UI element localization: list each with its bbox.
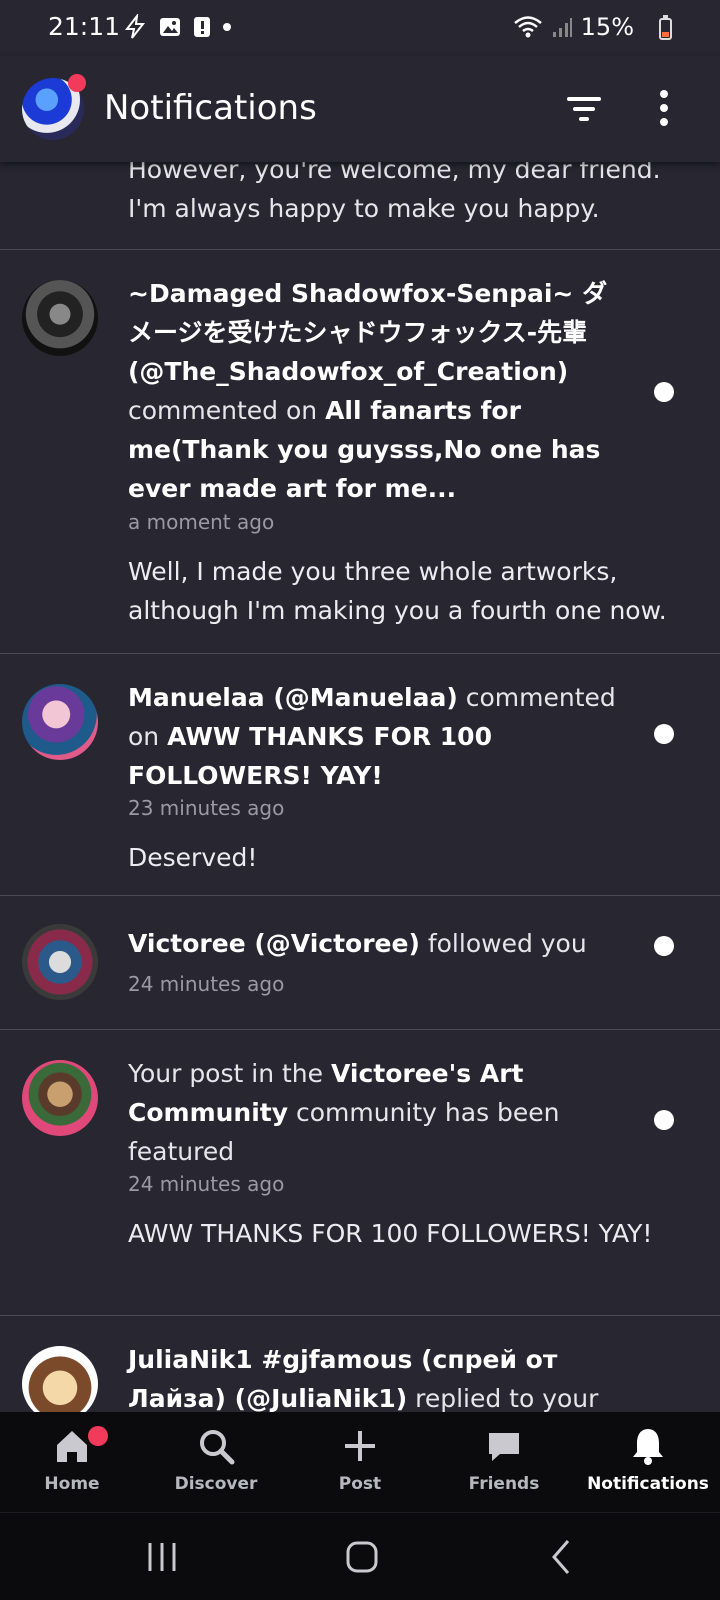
notification-list[interactable]: However, you're welcome, my dear friend.…	[0, 130, 720, 1412]
user-avatar[interactable]	[22, 924, 98, 1000]
home-badge	[88, 1426, 108, 1446]
notification-item[interactable]: Victoree (@Victoree) followed you 24 min…	[0, 896, 720, 1030]
actor-name[interactable]: Victoree (@Victoree)	[128, 929, 420, 958]
profile-badge	[68, 74, 86, 92]
alert-icon	[194, 17, 210, 37]
recent-apps-icon[interactable]	[140, 1535, 184, 1579]
nav-friends[interactable]: Friends	[432, 1412, 576, 1512]
status-bar: 21:11 15%	[0, 0, 720, 56]
community-avatar[interactable]	[22, 1060, 98, 1136]
user-avatar[interactable]	[22, 684, 98, 760]
nav-home[interactable]: Home	[0, 1412, 144, 1512]
plus-icon	[345, 1431, 375, 1461]
dot-icon	[223, 23, 231, 31]
filter-icon[interactable]	[566, 94, 602, 124]
notification-item[interactable]: Manuelaa (@Manuelaa) commented on AWW TH…	[0, 654, 720, 896]
notification-item[interactable]: JuliaNik1 #gjfamous (спрей от Лайза) (@J…	[0, 1316, 720, 1412]
nav-notifications[interactable]: Notifications	[576, 1412, 720, 1512]
home-icon	[57, 1431, 87, 1462]
system-navigation-bar	[0, 1512, 720, 1600]
more-options-icon[interactable]	[656, 90, 672, 126]
notification-text: Victoree (@Victoree) followed you	[128, 929, 587, 958]
wifi-icon	[513, 16, 542, 38]
app-header: Notifications	[0, 56, 720, 162]
notification-item[interactable]: Your post in the Victoree's Art Communit…	[0, 1030, 720, 1316]
notification-text: Manuelaa (@Manuelaa) commented on AWW TH…	[128, 683, 616, 790]
search-icon	[200, 1430, 235, 1465]
user-avatar[interactable]	[22, 1346, 98, 1412]
timestamp: 24 minutes ago	[128, 1172, 285, 1196]
unread-indicator	[654, 382, 674, 402]
timestamp: 24 minutes ago	[128, 972, 285, 996]
comment-text: Deserved!	[128, 843, 258, 872]
notification-text: Your post in the Victoree's Art Communit…	[128, 1059, 560, 1166]
flash-icon	[124, 14, 146, 39]
chat-icon	[489, 1433, 519, 1461]
bell-icon	[633, 1429, 663, 1465]
notification-text: JuliaNik1 #gjfamous (спрей от Лайза) (@J…	[128, 1345, 599, 1412]
nav-discover[interactable]: Discover	[144, 1412, 288, 1512]
unread-indicator	[654, 724, 674, 744]
bottom-navigation: Home Discover Post Friends Notifications	[0, 1412, 720, 1512]
user-avatar[interactable]	[22, 280, 98, 356]
actor-name[interactable]: Manuelaa (@Manuelaa)	[128, 683, 458, 712]
status-time: 21:11	[48, 12, 121, 41]
notification-item[interactable]: ~Damaged Shadowfox-Senpai~ ダメージを受けたシャドウフ…	[0, 250, 720, 654]
unread-indicator	[654, 936, 674, 956]
page-title: Notifications	[104, 88, 317, 128]
timestamp: 23 minutes ago	[128, 796, 285, 820]
comment-text: Well, I made you three whole artworks, a…	[128, 557, 667, 625]
image-icon	[160, 18, 180, 36]
home-button-icon[interactable]	[340, 1535, 384, 1579]
unread-indicator	[654, 1110, 674, 1130]
post-title: AWW THANKS FOR 100 FOLLOWERS! YAY!	[128, 1219, 653, 1248]
timestamp: a moment ago	[128, 510, 275, 534]
notification-text: ~Damaged Shadowfox-Senpai~ ダメージを受けたシャドウフ…	[128, 279, 608, 503]
post-title[interactable]: AWW THANKS FOR 100 FOLLOWERS! YAY!	[128, 722, 492, 790]
actor-name[interactable]: ~Damaged Shadowfox-Senpai~ ダメージを受けたシャドウフ…	[128, 279, 607, 386]
signal-icon	[552, 18, 572, 37]
nav-post[interactable]: Post	[288, 1412, 432, 1512]
battery-icon	[659, 15, 672, 40]
back-icon[interactable]	[540, 1535, 584, 1579]
battery-percent: 15%	[580, 13, 634, 41]
